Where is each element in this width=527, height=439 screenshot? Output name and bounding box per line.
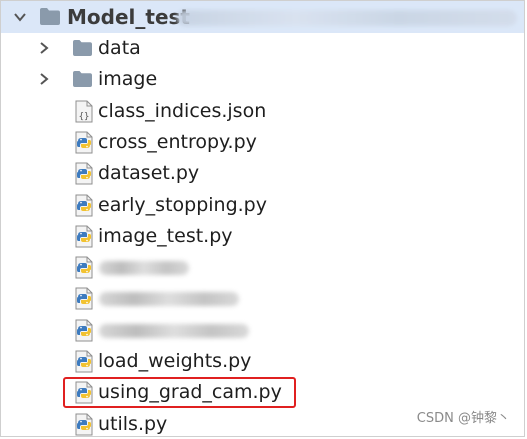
python-file-icon	[75, 319, 93, 342]
redacted-filename	[99, 323, 249, 338]
python-file-icon	[75, 131, 93, 154]
tree-item-early-stopping-py[interactable]: early_stopping.py	[1, 190, 524, 221]
tree-item-image-test-py[interactable]: image_test.py	[1, 221, 524, 252]
tree-item-redacted-1[interactable]	[1, 252, 524, 283]
tree-item-label: cross_entropy.py	[98, 130, 257, 153]
folder-icon	[73, 71, 92, 88]
python-file-icon	[75, 350, 93, 373]
tree-item-label: utils.py	[98, 412, 168, 435]
tree-item-cross-entropy-py[interactable]: cross_entropy.py	[1, 127, 524, 158]
project-tree-panel: Model_test data image {} class_indices.json…	[0, 0, 525, 437]
highlight-box	[63, 377, 296, 408]
redacted-filename	[99, 261, 189, 276]
watermark: CSDN @钟黎丶	[416, 411, 510, 426]
tree-item-class-indices-json[interactable]: {} class_indices.json	[1, 96, 524, 127]
tree-item-label: early_stopping.py	[98, 193, 267, 216]
tree-item-data[interactable]: data	[1, 33, 524, 64]
chevron-right-icon[interactable]	[37, 72, 51, 86]
tree-item-label: image	[98, 68, 158, 91]
folder-icon	[73, 40, 92, 56]
folder-icon	[40, 8, 60, 25]
tree-root-row[interactable]: Model_test	[1, 1, 524, 33]
tree-item-label: image_test.py	[98, 224, 233, 247]
tree-item-image[interactable]: image	[1, 64, 524, 95]
tree-item-label: dataset.py	[98, 162, 200, 185]
tree-item-label: load_weights.py	[98, 350, 252, 372]
python-file-icon	[75, 413, 93, 436]
tree-item-label: data	[98, 37, 141, 59]
redacted-filename	[99, 292, 239, 307]
tree-item-redacted-2[interactable]	[1, 283, 524, 314]
chevron-right-icon[interactable]	[37, 41, 51, 55]
chevron-down-icon[interactable]	[13, 10, 27, 24]
svg-text:{}: {}	[79, 112, 90, 122]
tree-item-load-weights-py[interactable]: load_weights.py	[1, 346, 524, 377]
python-file-icon	[75, 225, 93, 248]
python-file-icon	[75, 287, 93, 310]
json-file-icon: {}	[75, 100, 93, 123]
tree-item-label: class_indices.json	[98, 99, 267, 122]
python-file-icon	[75, 194, 93, 216]
tree-item-dataset-py[interactable]: dataset.py	[1, 158, 524, 189]
redacted-root-path	[177, 10, 517, 26]
python-file-icon	[75, 256, 93, 279]
python-file-icon	[75, 162, 93, 185]
tree-item-redacted-3[interactable]	[1, 315, 524, 346]
root-folder-label: Model_test	[67, 5, 190, 29]
